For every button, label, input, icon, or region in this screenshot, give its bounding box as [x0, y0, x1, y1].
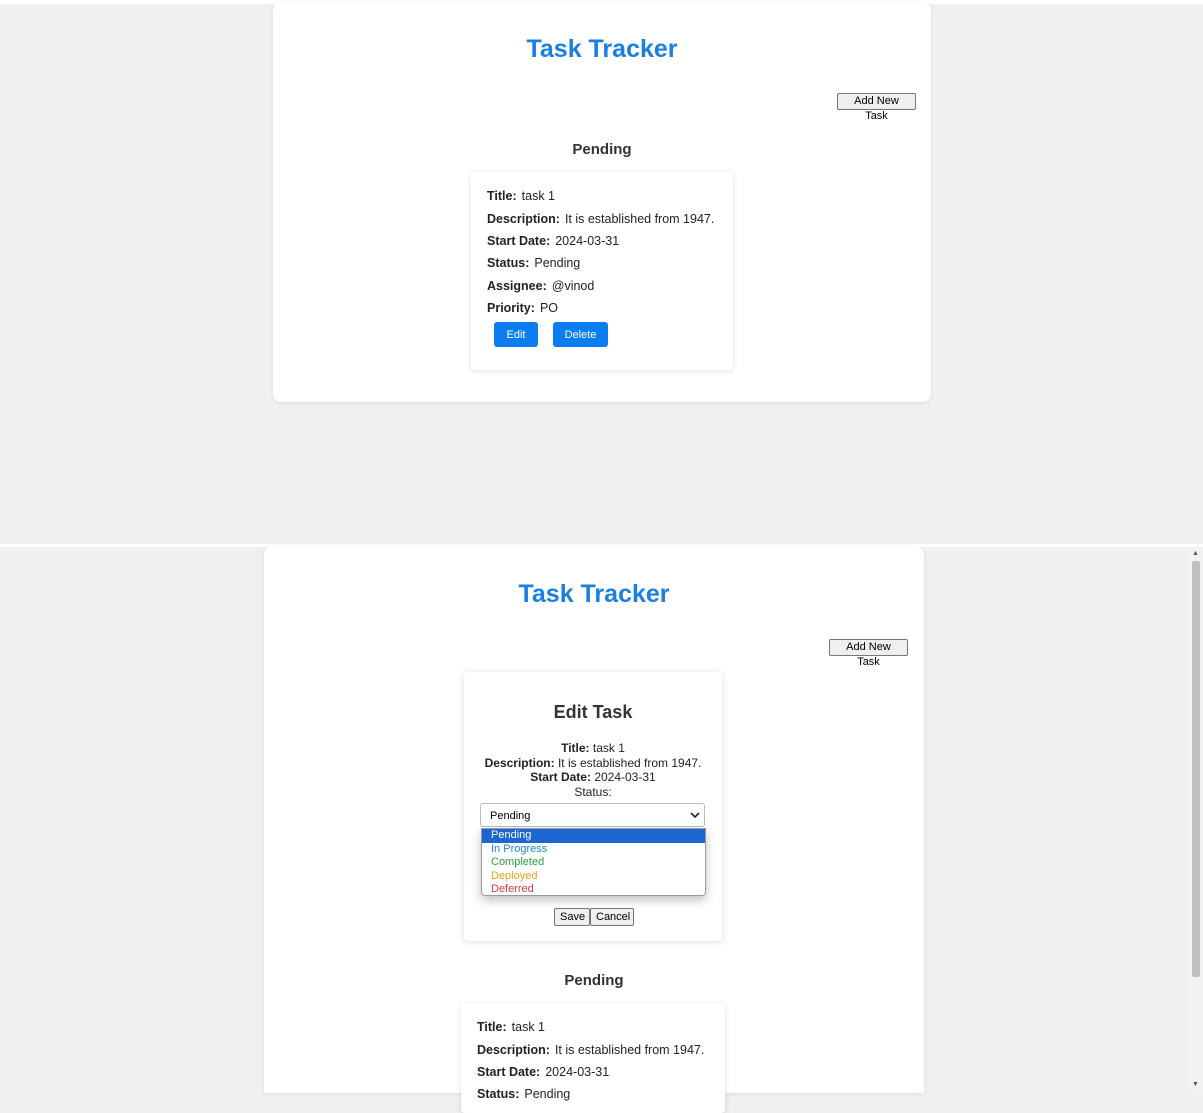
- edit-title-value: task 1: [592, 741, 625, 755]
- chevron-down-icon: [690, 812, 700, 819]
- add-new-task-button[interactable]: Add New Task: [829, 639, 908, 668]
- start-date-label: Start Date:: [487, 234, 551, 248]
- status-option-pending[interactable]: Pending: [482, 829, 705, 843]
- task-start-date-row: Start Date: 2024-03-31: [477, 1065, 609, 1079]
- title-label: Title:: [487, 189, 517, 203]
- task-priority-value: PO: [539, 301, 558, 315]
- task-status-value: Pending: [524, 1087, 571, 1101]
- task-title-value: task 1: [511, 1020, 545, 1034]
- priority-label: Priority:: [487, 301, 535, 315]
- status-select[interactable]: Pending: [480, 803, 705, 827]
- task-assignee-value: @vinod: [551, 278, 595, 293]
- edit-start-date-value: 2024-03-31: [594, 770, 656, 784]
- edit-task-form: Edit Task Title: task 1 Description: It …: [464, 672, 722, 941]
- task-card: Title: task 1 Description: It is establish…: [471, 172, 733, 370]
- save-button[interactable]: Save: [554, 908, 590, 926]
- description-label: Description:: [487, 211, 560, 226]
- scrollbar-thumb[interactable]: [1192, 561, 1200, 977]
- add-new-task-button[interactable]: Add New Task: [837, 93, 916, 122]
- status-option-completed[interactable]: Completed: [482, 856, 705, 870]
- task-status-row: Status: Pending: [477, 1087, 570, 1101]
- triangle-up-icon[interactable]: ▲: [1192, 550, 1199, 558]
- status-label: Status:: [487, 256, 530, 270]
- vertical-scrollbar[interactable]: ▲ ▼: [1188, 547, 1203, 1093]
- edit-task-heading: Edit Task: [553, 702, 633, 722]
- task-card: Title: task 1 Description: It is establish…: [461, 1003, 725, 1113]
- description-label: Description:: [484, 755, 555, 770]
- title-label: Title:: [477, 1020, 507, 1034]
- task-board-panel: Task Tracker Add New Task Pending Title:…: [273, 2, 931, 402]
- task-start-date-value: 2024-03-31: [555, 234, 620, 248]
- status-dropdown-list: Pending In Progress Completed Deployed D…: [481, 828, 706, 896]
- status-option-deferred[interactable]: Deferred: [482, 883, 705, 897]
- delete-task-button[interactable]: Delete: [553, 322, 608, 347]
- task-description-row: Description: It is established from 1947.: [487, 212, 714, 226]
- task-start-date-value: 2024-03-31: [545, 1065, 610, 1079]
- edit-description-line: Description: It is established from 1947…: [464, 756, 722, 770]
- edit-status-label: Status:: [574, 784, 612, 799]
- start-date-label: Start Date:: [477, 1065, 541, 1079]
- triangle-down-icon[interactable]: ▼: [1192, 1081, 1199, 1089]
- page-title: Task Tracker: [526, 35, 678, 63]
- status-select-value: Pending: [490, 810, 531, 822]
- edit-title-line: Title: task 1: [464, 741, 722, 755]
- column-heading-pending: Pending: [572, 141, 632, 158]
- status-option-deployed[interactable]: Deployed: [482, 870, 705, 884]
- task-description-value: It is established from 1947.: [554, 1042, 705, 1057]
- task-priority-row: Priority: PO: [487, 301, 558, 315]
- task-start-date-row: Start Date: 2024-03-31: [487, 234, 619, 248]
- task-status-value: Pending: [534, 256, 581, 270]
- column-heading-pending: Pending: [564, 972, 624, 989]
- edit-start-date-line: Start Date: 2024-03-31: [464, 770, 722, 784]
- task-assignee-row: Assignee: @vinod: [487, 279, 594, 293]
- edit-task-button[interactable]: Edit: [494, 322, 538, 347]
- task-title-row: Title: task 1: [477, 1020, 545, 1034]
- title-label: Title:: [561, 741, 590, 755]
- task-description-row: Description: It is established from 1947.: [477, 1043, 704, 1057]
- task-title-row: Title: task 1: [487, 189, 555, 203]
- task-status-row: Status: Pending: [487, 256, 580, 270]
- page-title: Task Tracker: [518, 580, 670, 608]
- description-label: Description:: [477, 1042, 550, 1057]
- status-label: Status:: [477, 1087, 520, 1101]
- task-title-value: task 1: [521, 189, 555, 203]
- cancel-button[interactable]: Cancel: [590, 908, 634, 926]
- edit-description-value: It is established from 1947.: [557, 755, 702, 770]
- task-board-panel-editing: Task Tracker Add New Task Edit Task Titl…: [264, 547, 924, 1113]
- assignee-label: Assignee:: [487, 278, 547, 293]
- start-date-label: Start Date:: [530, 770, 591, 784]
- status-option-in-progress[interactable]: In Progress: [482, 843, 705, 857]
- task-description-value: It is established from 1947.: [564, 211, 715, 226]
